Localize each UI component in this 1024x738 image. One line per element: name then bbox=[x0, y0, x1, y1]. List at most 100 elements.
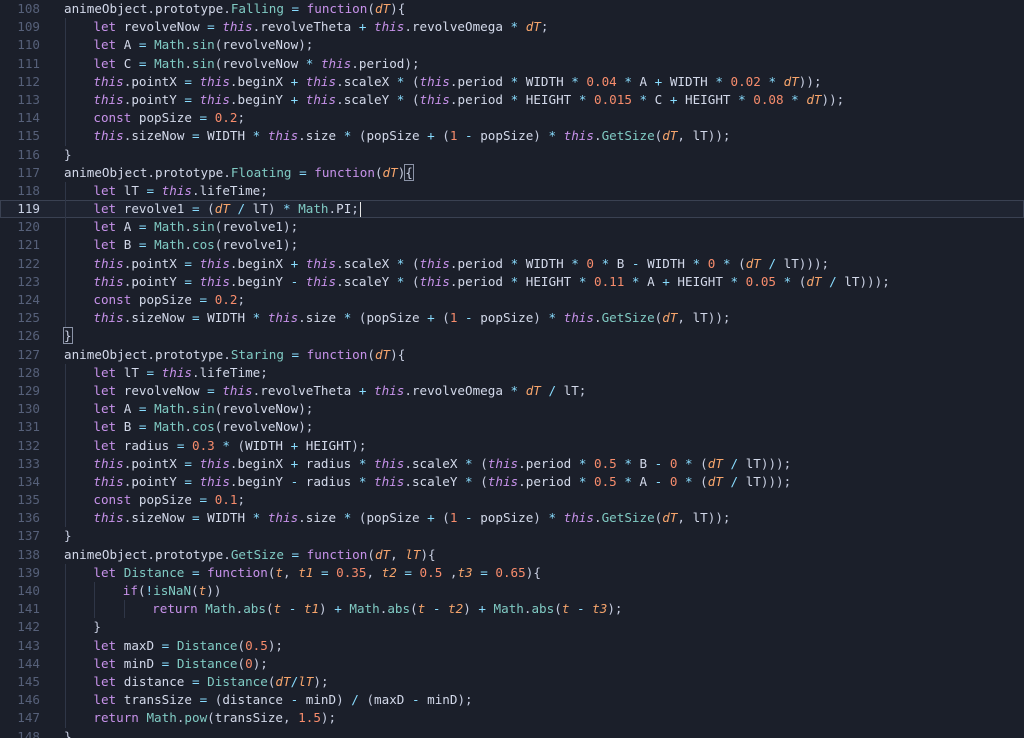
code-line[interactable]: 109 let revolveNow = this. revolveTheta + … bbox=[0, 18, 1024, 37]
code-token: Falling bbox=[230, 1, 284, 16]
code-token: revolveNow bbox=[123, 382, 200, 398]
code-line[interactable]: 146 let transSize = (distance - minD) / (… bbox=[0, 691, 1024, 710]
code-line[interactable]: 132 let radius = 0.3 * (WIDTH + HEIGHT); bbox=[0, 436, 1024, 455]
code-line[interactable]: 119 let revolve1 = (dT / lT) * Math.PI; bbox=[0, 200, 1024, 219]
code-token: / bbox=[821, 273, 845, 289]
code-token: . bbox=[593, 128, 602, 144]
code-line[interactable]: 110 let A = Math.sin(revolveNow); bbox=[0, 36, 1024, 55]
line-number: 148 bbox=[17, 728, 40, 738]
code-line[interactable]: 127 animeObject.prototype.Staring = funct… bbox=[0, 346, 1024, 364]
code-token: this bbox=[563, 128, 594, 144]
code-line[interactable]: 128 let lT = this.lifeTime; bbox=[0, 363, 1024, 383]
code-line[interactable]: 121 let B = Math.cos(revolve1); bbox=[0, 236, 1024, 255]
code-line[interactable]: 108 animeObject.prototype.Falling = funct… bbox=[0, 0, 1024, 18]
code-line[interactable]: 134 this.pointY = this.beginY - radius * … bbox=[0, 472, 1024, 492]
line-number: 117 bbox=[17, 164, 40, 180]
code-token: Math bbox=[146, 710, 177, 726]
indent-guide bbox=[64, 672, 93, 692]
code-token: scaleY bbox=[411, 473, 458, 489]
code-token: popSize bbox=[480, 310, 534, 326]
code-token: pointX bbox=[131, 255, 177, 271]
code-line[interactable]: 114 const popSize = 0.2; bbox=[0, 109, 1024, 128]
code-line[interactable]: 111 let C = Math.sin(revolveNow * this.pe… bbox=[0, 54, 1024, 73]
line-number: 113 bbox=[17, 91, 40, 107]
code-token: . bbox=[223, 546, 231, 562]
line-number: 110 bbox=[17, 37, 40, 53]
code-line[interactable]: 122 this.pointX = this.beginX + this.scal… bbox=[0, 254, 1024, 274]
code-token: = bbox=[154, 655, 177, 671]
code-line[interactable]: 116} bbox=[0, 146, 1024, 164]
indent-guide bbox=[64, 181, 93, 201]
code-editor[interactable]: 108 animeObject.prototype.Falling = funct… bbox=[0, 0, 1024, 738]
code-line[interactable]: 138 animeObject.prototype.GetSize = funct… bbox=[0, 546, 1024, 564]
code-token: * bbox=[715, 255, 739, 271]
matched-brace: { bbox=[404, 163, 414, 181]
code-token: + bbox=[283, 255, 306, 271]
code-token: / bbox=[343, 692, 367, 708]
code-line[interactable]: 143 let maxD = Distance(0.5); bbox=[0, 636, 1024, 655]
code-line[interactable]: 144 let minD = Distance(0); bbox=[0, 654, 1024, 674]
code-token: = bbox=[176, 91, 200, 107]
code-token: radius bbox=[123, 437, 170, 453]
code-line[interactable]: 139 let Distance = function(t, t1 = 0.35,… bbox=[0, 563, 1024, 583]
code-line[interactable]: 129 let revolveNow = this. revolveTheta + … bbox=[0, 381, 1024, 401]
code-line[interactable]: 112 this.pointX = this.beginX + this.scal… bbox=[0, 72, 1024, 92]
code-token: ( bbox=[480, 473, 488, 489]
code-line[interactable]: 131 let B = Math.cos(revolveNow); bbox=[0, 418, 1024, 437]
code-token: A bbox=[647, 273, 655, 289]
code-line[interactable]: 130 let A = Math.sin(revolveNow); bbox=[0, 400, 1024, 419]
code-token: this bbox=[487, 455, 519, 471]
code-token: ))); bbox=[760, 455, 792, 471]
code-line[interactable]: 135 const popSize = 0.1; bbox=[0, 491, 1024, 510]
code-line[interactable]: 117 animeObject.prototype.Floating = func… bbox=[0, 163, 1024, 182]
matched-brace: } bbox=[63, 327, 73, 345]
code-token: beginX bbox=[237, 455, 284, 471]
code-line[interactable]: 133 this.pointX = this.beginX + radius * … bbox=[0, 454, 1024, 474]
code-token: ( bbox=[237, 655, 246, 671]
code-token: - bbox=[404, 692, 428, 708]
code-token: scaleY bbox=[343, 91, 390, 107]
code-line[interactable]: 147 return Math.pow(transSize, 1.5); bbox=[0, 709, 1024, 728]
code-token: , bbox=[442, 564, 458, 580]
code-token: )); bbox=[798, 73, 822, 89]
code-token: let bbox=[93, 182, 124, 198]
code-token: * bbox=[351, 473, 375, 489]
code-line[interactable]: 118 let lT = this.lifeTime; bbox=[0, 181, 1024, 201]
code-token: ( bbox=[137, 583, 146, 598]
code-token: WIDTH bbox=[245, 437, 283, 453]
code-token: HEIGHT bbox=[685, 91, 731, 107]
code-token: let bbox=[93, 364, 124, 380]
code-line[interactable]: 123 this.pointY = this.beginY - this.scal… bbox=[0, 272, 1024, 292]
code-line[interactable]: 126} bbox=[0, 327, 1024, 345]
code-line[interactable]: 140 if(!isNaN(t)) bbox=[0, 582, 1024, 601]
line-code: return Math.abs(t - t1) + Math.abs(t - t… bbox=[64, 600, 623, 619]
code-line[interactable]: 113 this.pointY = this.beginY + this.scal… bbox=[0, 90, 1024, 110]
code-line[interactable]: 137} bbox=[0, 527, 1024, 545]
code-line[interactable]: 141 return Math.abs(t - t1) + Math.abs(t … bbox=[0, 600, 1024, 619]
code-line[interactable]: 125 this.sizeNow = WIDTH * this.size * (p… bbox=[0, 309, 1024, 328]
line-number: 134 bbox=[17, 473, 40, 489]
code-token: revolveNow bbox=[222, 419, 299, 435]
code-line[interactable]: 120 let A = Math.sin(revolve1); bbox=[0, 218, 1024, 237]
code-token: + bbox=[419, 510, 443, 526]
code-line[interactable]: 145 let distance = Distance(dT/lT); bbox=[0, 672, 1024, 692]
line-code: const popSize = 0.2; bbox=[64, 109, 245, 128]
code-token: this bbox=[199, 73, 230, 89]
code-token: pointX bbox=[131, 455, 177, 471]
code-token: ( bbox=[411, 73, 420, 89]
code-lines[interactable]: 108 animeObject.prototype.Falling = funct… bbox=[0, 0, 1024, 738]
line-code: let C = Math.sin(revolveNow * this.perio… bbox=[64, 54, 420, 73]
code-line[interactable]: 115 this.sizeNow = WIDTH * this.size * (p… bbox=[0, 127, 1024, 146]
code-line[interactable]: 136 this.sizeNow = WIDTH * this.size * (p… bbox=[0, 509, 1024, 528]
code-token: . bbox=[336, 73, 344, 89]
code-token: = bbox=[291, 164, 315, 180]
code-token: 0.05 bbox=[745, 273, 777, 289]
code-token: . bbox=[229, 473, 238, 489]
code-token: . bbox=[404, 473, 412, 489]
code-line[interactable]: 148} bbox=[0, 728, 1024, 738]
indent-guide bbox=[64, 509, 93, 528]
code-line[interactable]: 142} bbox=[0, 618, 1024, 637]
code-token: ) bbox=[336, 692, 344, 708]
code-token: , bbox=[677, 510, 693, 526]
code-line[interactable]: 124 const popSize = 0.2; bbox=[0, 291, 1024, 310]
